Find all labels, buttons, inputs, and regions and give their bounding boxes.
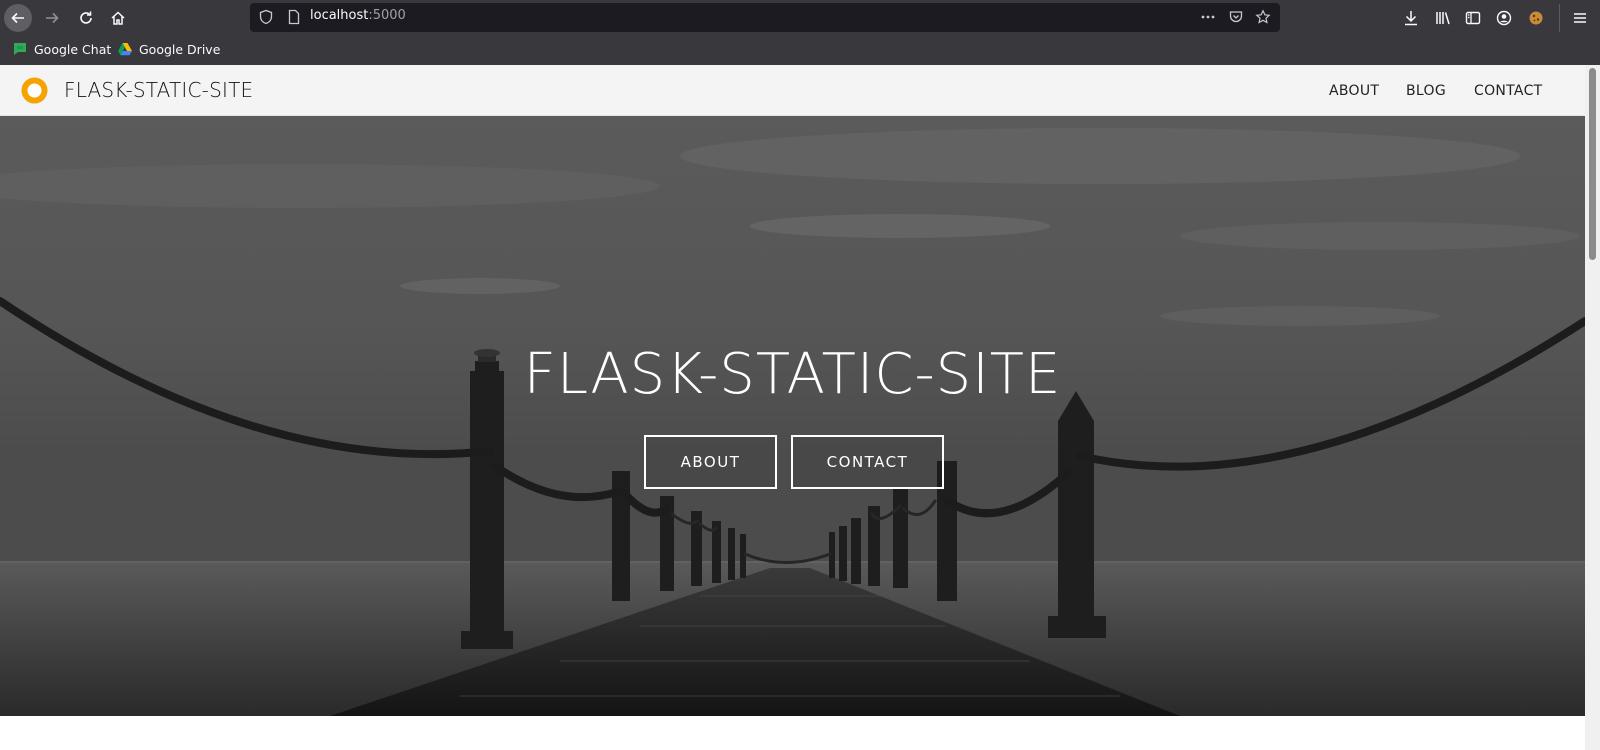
browser-toolbar: localhost:5000 [0,0,1600,36]
bookmark-label: Google Chat [34,41,112,57]
bookmark-star-icon[interactable] [1255,9,1271,25]
pocket-icon[interactable] [1228,9,1244,25]
bookmark-label: Google Drive [139,41,221,57]
arrow-right-icon [46,12,59,24]
bookmark-google-chat[interactable]: Google Chat [12,41,111,57]
sidebar-icon[interactable] [1464,9,1482,27]
extension-cookie-icon[interactable] [1527,9,1545,27]
address-bar[interactable]: localhost:5000 [250,3,1280,32]
hero-contact-button[interactable]: CONTACT [791,435,944,489]
hero-about-button[interactable]: ABOUT [644,435,777,489]
reload-button[interactable] [72,4,100,32]
home-button[interactable] [104,4,132,32]
page-scrollbar[interactable] [1585,65,1600,750]
url-port: :5000 [368,8,406,23]
reload-icon [80,11,92,24]
google-chat-icon [14,43,26,55]
bookmark-google-drive[interactable]: Google Drive [117,41,220,57]
nav-link-about[interactable]: ABOUT [1329,83,1379,99]
site-brand[interactable]: FLASK-STATIC-SITE [64,78,253,102]
more-actions-icon[interactable] [1200,9,1216,25]
url-text[interactable]: localhost:5000 [310,8,406,23]
ring-logo-icon[interactable] [21,77,48,104]
hamburger-menu-icon[interactable] [1571,9,1589,27]
library-icon[interactable] [1434,9,1452,27]
toolbar-separator [1559,4,1560,32]
page-icon [288,9,300,25]
nav-link-blog[interactable]: BLOG [1406,83,1446,99]
forward-button[interactable] [38,4,66,32]
url-host: localhost [310,8,369,23]
nav-link-contact[interactable]: CONTACT [1474,83,1543,99]
page-viewport: FLASK-STATIC-SITE ABOUT BLOG CONTACT FLA… [0,65,1600,750]
account-icon[interactable] [1495,9,1513,27]
shield-icon[interactable] [258,9,274,25]
pier-background-image [0,116,1585,716]
google-drive-icon [118,43,132,56]
bookmarks-bar: Google Chat Google Drive [0,36,1600,65]
site-navbar: FLASK-STATIC-SITE ABOUT BLOG CONTACT [0,65,1585,116]
back-button[interactable] [4,4,32,32]
scrollbar-thumb[interactable] [1589,68,1596,260]
home-icon [111,11,125,25]
arrow-left-icon [11,12,24,24]
hero-section: FLASK-STATIC-SITE ABOUT CONTACT [0,116,1585,716]
hero-title: FLASK-STATIC-SITE [523,342,1062,407]
download-icon[interactable] [1402,9,1420,27]
